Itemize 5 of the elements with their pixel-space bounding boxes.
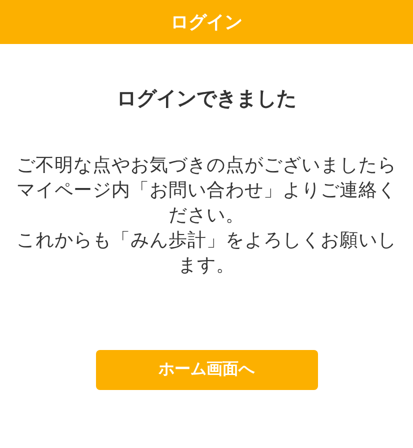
message-text: これからも「みん歩計」をよろしくお願いします。 — [16, 228, 396, 277]
home-button[interactable]: ホーム画面へ — [96, 350, 318, 390]
page-heading: ログインできました — [116, 87, 296, 112]
message-text: ご不明な点やお気づきの点がございましたらマイページ内「お問い合わせ」よりご連絡ください。 — [16, 153, 396, 227]
header-title: ログイン — [170, 10, 242, 34]
